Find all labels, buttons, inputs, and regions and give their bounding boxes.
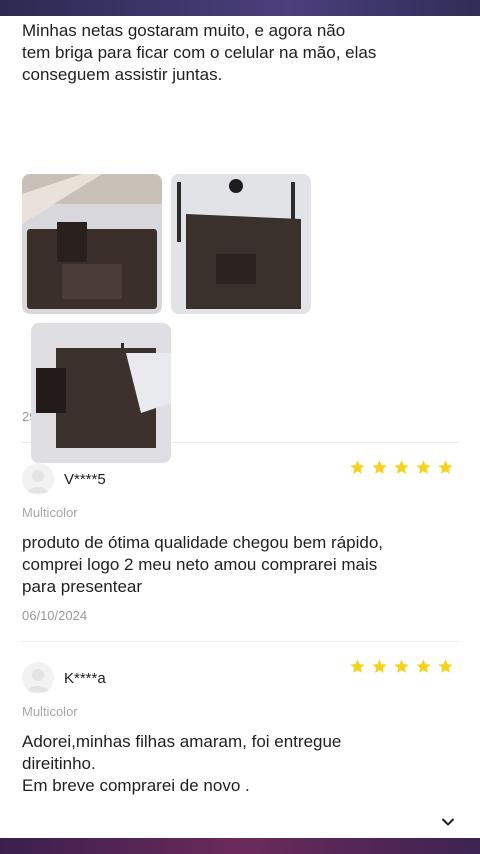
star-icon xyxy=(438,460,453,474)
review-item: Minhas netas gostaram muito, e agora não… xyxy=(22,20,458,463)
review-header: V****5 xyxy=(22,459,458,499)
star-icon xyxy=(416,659,431,673)
review-text: Minhas netas gostaram muito, e agora não… xyxy=(22,21,377,84)
avatar-icon xyxy=(22,662,54,694)
star-icon xyxy=(416,460,431,474)
star-icon xyxy=(394,659,409,673)
reviewer-name: K****a xyxy=(64,669,106,687)
reviewer-name: V****5 xyxy=(64,470,106,488)
review-text: Adorei,minhas filhas amaram, foi entregu… xyxy=(22,732,342,795)
navigation-bar xyxy=(0,838,480,854)
review-photo-1[interactable] xyxy=(22,174,162,314)
star-icon xyxy=(350,659,365,673)
rating-stars xyxy=(349,658,454,680)
review-item: K****a Multicolor Adorei,minhas filhas a… xyxy=(22,658,458,797)
star-icon xyxy=(438,659,453,673)
review-date: 06/10/2024 xyxy=(22,608,88,623)
star-icon xyxy=(372,460,387,474)
chevron-down-icon[interactable] xyxy=(440,814,456,830)
review-variant: Multicolor xyxy=(22,505,78,520)
rating-stars xyxy=(349,459,454,481)
star-icon xyxy=(394,460,409,474)
review-photo-3[interactable] xyxy=(31,323,171,463)
status-bar xyxy=(0,0,480,16)
review-text: produto de ótima qualidade chegou bem rá… xyxy=(22,533,384,596)
divider xyxy=(22,641,458,642)
star-icon xyxy=(350,460,365,474)
review-photo-2[interactable] xyxy=(171,174,311,314)
reviews-list: Minhas netas gostaram muito, e agora não… xyxy=(22,20,458,797)
review-photos xyxy=(22,96,458,463)
review-item: V****5 Multicolor produto de ótima quali… xyxy=(22,459,458,623)
review-variant: Multicolor xyxy=(22,704,78,719)
avatar-icon xyxy=(22,463,54,495)
star-icon xyxy=(372,659,387,673)
review-header: K****a xyxy=(22,658,458,698)
